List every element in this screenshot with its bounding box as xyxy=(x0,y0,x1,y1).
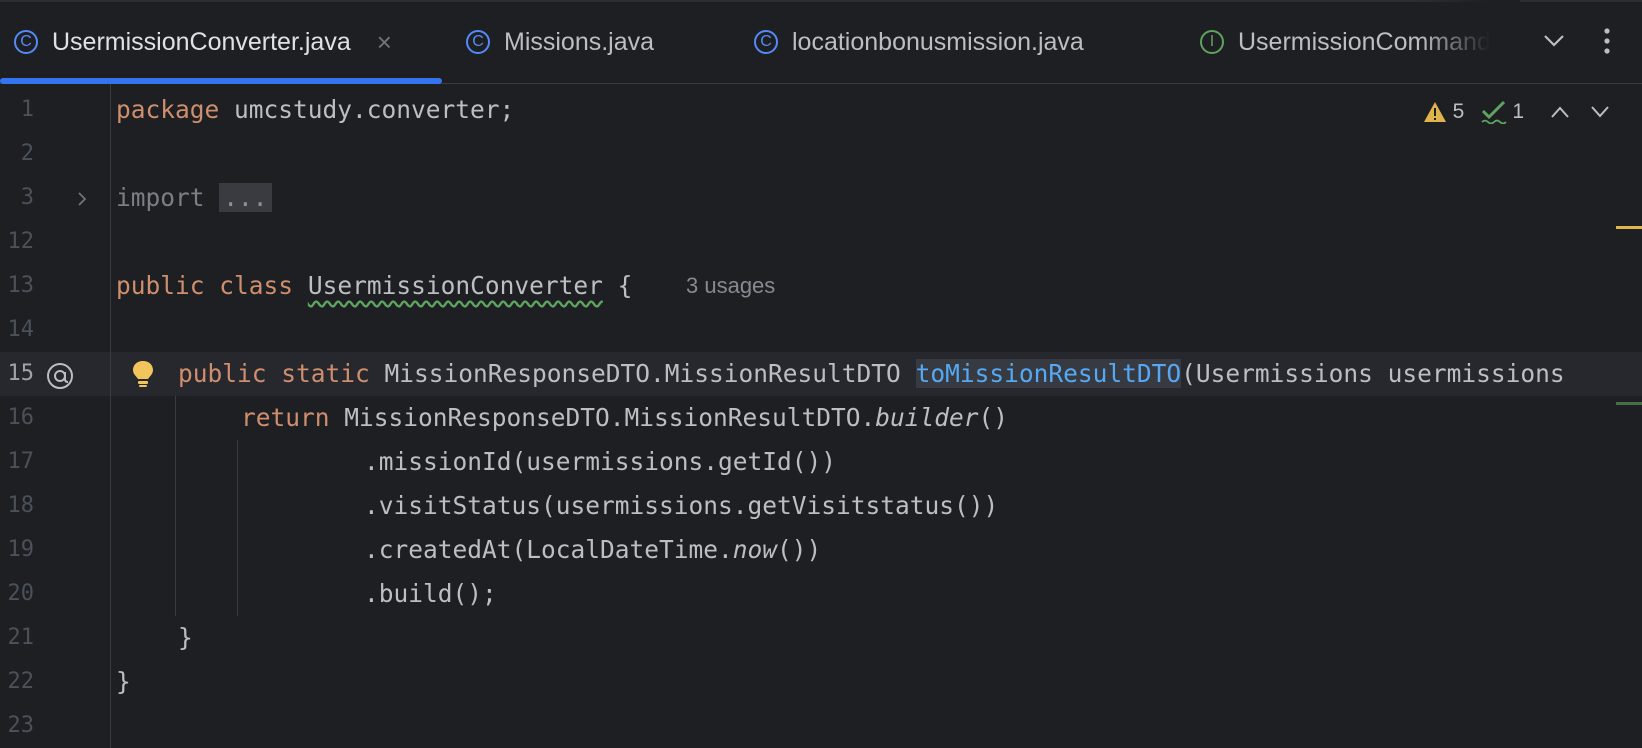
keyword: return xyxy=(241,403,330,432)
code-line: 19 .createdAt(LocalDateTime.now()) xyxy=(0,528,1642,572)
tab-overflow-fade xyxy=(1420,0,1520,82)
code-text: .createdAt(LocalDateTime.now()) xyxy=(364,528,821,572)
line-number: 14 xyxy=(7,317,35,342)
tab-usermission-converter[interactable]: C UsermissionConverter.java × xyxy=(14,0,392,84)
code-line: 13 public class UsermissionConverter { 3… xyxy=(0,264,1642,308)
usages-hint[interactable]: 3 usages xyxy=(686,264,775,308)
line-number: 3 xyxy=(20,185,34,210)
line-number: 23 xyxy=(7,713,35,738)
code-text: return MissionResponseDTO.MissionResultD… xyxy=(241,396,1008,440)
indent-guide xyxy=(175,396,176,616)
line-number: 22 xyxy=(7,669,35,694)
typo-count: 1 xyxy=(1512,100,1524,123)
line-number: 17 xyxy=(7,449,35,474)
editor-tab-bar: C UsermissionConverter.java × C Missions… xyxy=(0,0,1642,84)
keyword: static xyxy=(281,359,370,388)
keyword: class xyxy=(219,271,294,300)
typo-stripe-mark[interactable] xyxy=(1616,402,1642,405)
code-text: public class UsermissionConverter { xyxy=(116,264,632,308)
code-line: 2 xyxy=(0,132,1642,176)
warning-count: 5 xyxy=(1452,100,1465,123)
warning-icon xyxy=(1423,102,1446,122)
line-number: 2 xyxy=(20,141,34,166)
code-line: 20 .build(); xyxy=(0,572,1642,616)
code-editor[interactable]: 1 package umcstudy.converter; 2 3 import… xyxy=(0,84,1642,748)
code-line: 3 import ... xyxy=(0,176,1642,220)
more-options-icon[interactable] xyxy=(1592,26,1622,56)
package-name: umcstudy.converter; xyxy=(219,95,515,124)
code-line: 16 return MissionResponseDTO.MissionResu… xyxy=(0,396,1642,440)
code-line: 1 package umcstudy.converter; xyxy=(0,88,1642,132)
code-segment: MissionResponseDTO.MissionResultDTO. xyxy=(329,403,876,432)
line-number: 18 xyxy=(7,493,35,518)
line-number: 12 xyxy=(7,229,35,254)
keyword: public xyxy=(116,271,205,300)
code-text: package umcstudy.converter; xyxy=(116,88,514,132)
chevron-right-icon[interactable] xyxy=(76,176,88,220)
interface-icon: I xyxy=(1200,30,1224,54)
line-number: 21 xyxy=(7,625,35,650)
code-line: 14 xyxy=(0,308,1642,352)
code-text: } xyxy=(178,623,193,652)
indent-guide xyxy=(237,440,238,616)
class-icon: C xyxy=(466,30,490,54)
line-number: 20 xyxy=(7,581,35,606)
tab-label: UsermissionConverter.java xyxy=(52,27,351,56)
lightbulb-icon[interactable] xyxy=(130,359,156,394)
code-text: } xyxy=(116,667,131,696)
code-segment: .createdAt(LocalDateTime. xyxy=(364,535,733,564)
code-text: import ... xyxy=(116,176,272,220)
code-text: .missionId(usermissions.getId()) xyxy=(364,447,837,476)
class-icon: C xyxy=(14,30,38,54)
keyword: package xyxy=(116,95,220,124)
at-annotation-icon[interactable] xyxy=(46,352,74,396)
method-params: (Usermissions usermissions xyxy=(1181,359,1565,388)
code-line: 12 xyxy=(0,220,1642,264)
code-text: .build(); xyxy=(364,579,497,608)
code-segment: () xyxy=(978,403,1009,432)
previous-problem-chevron-up-icon[interactable] xyxy=(1550,105,1570,119)
line-number: 13 xyxy=(7,273,35,298)
builder-call: builder xyxy=(875,403,979,432)
method-name[interactable]: toMissionResultDTO xyxy=(915,359,1182,388)
typo-check-icon xyxy=(1481,100,1507,124)
tab-label: Missions.java xyxy=(504,27,655,56)
tab-label: locationbonusmission.java xyxy=(792,27,1084,56)
tab-locationbonusmission[interactable]: C locationbonusmission.java xyxy=(754,0,1084,84)
folded-imports[interactable]: ... xyxy=(219,183,272,212)
gutter-separator xyxy=(110,84,111,748)
line-number: 16 xyxy=(7,405,35,430)
now-call: now xyxy=(732,535,778,564)
code-text: .visitStatus(usermissions.getVisitstatus… xyxy=(364,491,999,520)
class-name: UsermissionConverter xyxy=(307,271,603,300)
code-segment: ()) xyxy=(777,535,822,564)
code-text: public static MissionResponseDTO.Mission… xyxy=(178,352,1565,396)
inspection-widget[interactable]: 5 1 xyxy=(1423,96,1610,128)
code-line: 22 } xyxy=(0,660,1642,704)
next-problem-chevron-down-icon[interactable] xyxy=(1590,105,1610,119)
code-line: 23 xyxy=(0,704,1642,748)
close-tab-icon[interactable]: × xyxy=(377,27,392,58)
tab-missions[interactable]: C Missions.java xyxy=(466,0,654,84)
code-line: 21 } xyxy=(0,616,1642,660)
code-line: 18 .visitStatus(usermissions.getVisitsta… xyxy=(0,484,1642,528)
code-line: 17 .missionId(usermissions.getId()) xyxy=(0,440,1642,484)
class-icon: C xyxy=(754,30,778,54)
keyword: public xyxy=(178,359,267,388)
line-number: 15 xyxy=(7,361,35,386)
tab-list-chevron-down-icon[interactable] xyxy=(1539,26,1569,56)
warning-stripe-mark[interactable] xyxy=(1616,226,1642,229)
line-number: 19 xyxy=(7,537,35,562)
line-number: 1 xyxy=(20,97,34,122)
import-keyword: import xyxy=(116,183,205,212)
return-type: MissionResponseDTO.MissionResultDTO xyxy=(369,359,916,388)
brace: { xyxy=(602,271,633,300)
current-code-line: 15 public static MissionResponseDTO.Miss… xyxy=(0,352,1642,396)
